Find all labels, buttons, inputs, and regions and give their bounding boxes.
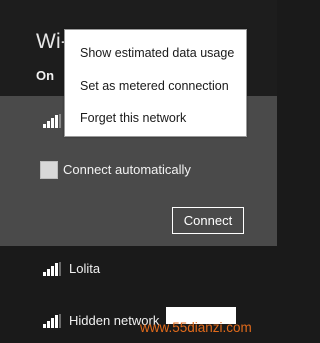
network-context-menu: Show estimated data usage Set as metered… xyxy=(64,29,247,137)
menu-item-forget-network[interactable]: Forget this network xyxy=(80,111,186,125)
connect-automatically-label: Connect automatically xyxy=(63,162,191,177)
wifi-networks-panel: Wi- On Connect automatically Connect Lol… xyxy=(0,0,277,343)
connect-automatically-checkbox[interactable] xyxy=(40,161,58,179)
menu-item-show-estimated-data-usage[interactable]: Show estimated data usage xyxy=(80,46,234,60)
connect-button[interactable]: Connect xyxy=(172,207,244,234)
wifi-signal-icon xyxy=(43,114,61,128)
wifi-toggle-state[interactable]: On xyxy=(36,68,54,83)
network-item-lolita[interactable]: Lolita xyxy=(0,250,277,290)
wifi-signal-icon xyxy=(43,262,61,276)
watermark: www.55dianzi.com xyxy=(140,320,252,335)
wifi-signal-icon xyxy=(43,314,61,328)
menu-item-set-metered-connection[interactable]: Set as metered connection xyxy=(80,79,229,93)
network-name: Lolita xyxy=(69,261,101,276)
